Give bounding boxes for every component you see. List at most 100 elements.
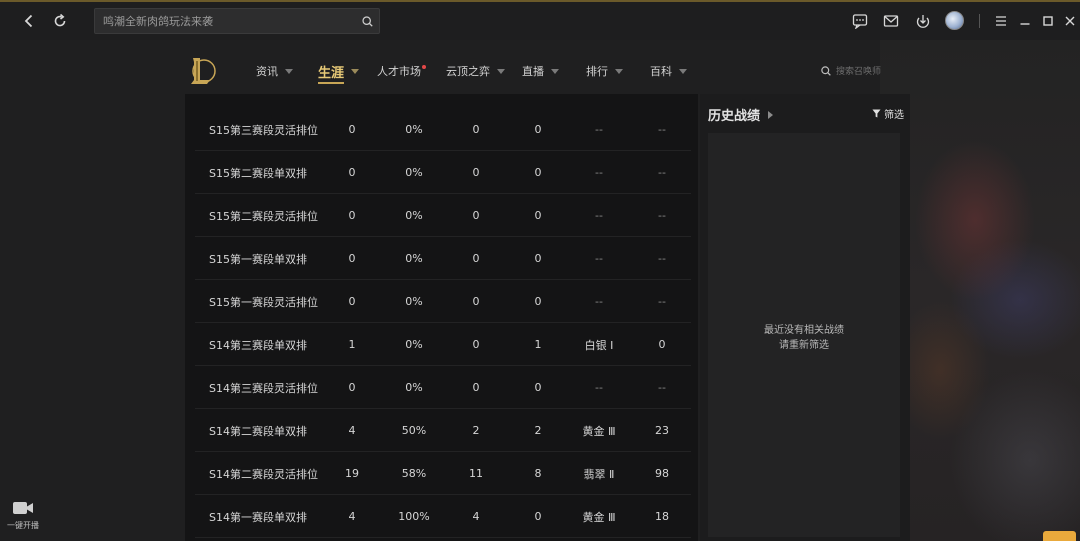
notification-dot: [422, 65, 426, 69]
download-icon: [916, 15, 930, 28]
nav-talent-market[interactable]: 人才市场: [377, 58, 426, 84]
table-cell: 0: [472, 209, 480, 222]
table-cell: 0: [472, 166, 480, 179]
filter-icon: [872, 109, 881, 118]
chevron-down-icon: [615, 68, 623, 74]
refresh-button[interactable]: [48, 9, 72, 33]
nav-wiki[interactable]: 百科: [650, 58, 687, 84]
table-row: S15第一赛段灵活排位 0 0% 0 0 -- --: [195, 280, 691, 323]
nav-tft[interactable]: 云顶之弈: [446, 58, 505, 84]
table-cell: 0%: [405, 295, 423, 308]
table-cell: 0: [534, 252, 542, 265]
nav-news-label: 资讯: [256, 65, 278, 78]
floating-corner-button[interactable]: [1043, 531, 1076, 541]
chevron-down-icon: [285, 68, 293, 74]
table-cell: 0%: [405, 338, 423, 351]
user-avatar[interactable]: [945, 11, 964, 30]
table-cell: 58%: [401, 467, 427, 480]
table-cell: 0: [534, 295, 542, 308]
table-cell: 0: [534, 209, 542, 222]
chevron-down-icon: [679, 68, 687, 74]
season-queue-name: S15第二赛段灵活排位: [209, 209, 318, 223]
title-bar: [0, 2, 1080, 40]
chevron-down-icon: [551, 68, 559, 74]
table-cell: 19: [345, 467, 359, 480]
nav-ranking-label: 排行: [586, 65, 608, 78]
match-history-header[interactable]: 历史战绩: [708, 105, 774, 124]
one-click-live-button[interactable]: 一键开播: [3, 500, 43, 538]
global-search-input[interactable]: [103, 14, 355, 28]
back-button[interactable]: [17, 9, 41, 33]
table-cell: --: [595, 123, 603, 136]
minimize-icon: [1020, 23, 1030, 25]
empty-state-line2: 请重新筛选: [779, 340, 829, 351]
camera-icon: [13, 502, 33, 514]
table-cell: 1: [348, 338, 356, 351]
table-cell: 0%: [405, 209, 423, 222]
table-cell: --: [658, 123, 666, 136]
season-queue-name: S14第二赛段单双排: [209, 424, 307, 438]
season-queue-name: S15第二赛段单双排: [209, 166, 307, 180]
menu-button[interactable]: [991, 11, 1011, 31]
mail-button[interactable]: [881, 11, 901, 31]
table-row: S14第三赛段单双排 1 0% 0 1 白银 Ⅰ 0: [195, 323, 691, 366]
table-cell: 0: [348, 381, 356, 394]
table-row: S14第一赛段单双排 4 100% 4 0 黄金 Ⅲ 18: [195, 495, 691, 538]
minimize-button[interactable]: [1015, 11, 1035, 31]
download-button[interactable]: [913, 11, 933, 31]
table-row: S15第一赛段单双排 0 0% 0 0 -- --: [195, 237, 691, 280]
table-cell: --: [658, 381, 666, 394]
table-cell: --: [595, 295, 603, 308]
table-cell: 11: [469, 467, 483, 480]
table-cell: --: [658, 209, 666, 222]
table-cell: 0: [472, 338, 480, 351]
menu-icon: [996, 16, 1006, 26]
table-cell: --: [658, 252, 666, 265]
chat-button[interactable]: [850, 11, 870, 31]
table-cell: 18: [655, 510, 669, 523]
table-row: S14第二赛段灵活排位 19 58% 11 8 翡翠 Ⅱ 98: [195, 452, 691, 495]
table-cell: 0: [348, 209, 356, 222]
chevron-down-icon: [497, 68, 505, 74]
nav-news[interactable]: 资讯: [256, 58, 293, 84]
nav-live[interactable]: 直播: [522, 58, 559, 84]
table-cell: 0: [472, 381, 480, 394]
table-cell: 23: [655, 424, 669, 437]
table-cell: 0: [472, 123, 480, 136]
table-cell: 黄金 Ⅲ: [582, 424, 616, 438]
table-cell: --: [595, 166, 603, 179]
season-queue-name: S15第一赛段单双排: [209, 252, 307, 266]
one-click-live-label: 一键开播: [7, 521, 39, 530]
table-cell: 98: [655, 467, 669, 480]
titlebar-divider: [979, 14, 980, 28]
search-icon: [361, 15, 373, 27]
nav-tft-label: 云顶之弈: [446, 65, 490, 78]
search-button[interactable]: [355, 9, 379, 33]
table-cell: 0: [658, 338, 666, 351]
lol-logo[interactable]: [188, 56, 216, 86]
table-cell: 0: [534, 123, 542, 136]
nav-talent-market-label: 人才市场: [377, 65, 421, 78]
nav-ranking[interactable]: 排行: [586, 58, 623, 84]
close-button[interactable]: [1060, 11, 1080, 31]
table-cell: 8: [534, 467, 542, 480]
ranked-stats-table: S15第三赛段灵活排位 0 0% 0 0 -- -- S15第二赛段单双排 0 0% 0 0 -- -- S…: [185, 94, 698, 541]
season-queue-name: S14第二赛段灵活排位: [209, 467, 318, 481]
table-cell: 0: [472, 252, 480, 265]
nav-wiki-label: 百科: [650, 65, 672, 78]
table-cell: 4: [348, 424, 356, 437]
table-cell: 白银 Ⅰ: [584, 338, 614, 352]
summoner-search[interactable]: 搜索召唤师: [820, 64, 881, 77]
back-icon: [24, 14, 33, 28]
filter-button[interactable]: 筛选: [872, 106, 904, 121]
maximize-button[interactable]: [1038, 11, 1058, 31]
chevron-down-icon: [351, 68, 360, 74]
summoner-search-placeholder: 搜索召唤师: [836, 67, 882, 77]
table-cell: 2: [534, 424, 542, 437]
empty-state-line1: 最近没有相关战绩: [764, 325, 844, 336]
table-cell: 0: [534, 381, 542, 394]
table-cell: 0: [472, 295, 480, 308]
nav-career[interactable]: 生涯: [318, 58, 360, 84]
table-cell: 0: [348, 252, 356, 265]
season-queue-name: S14第三赛段灵活排位: [209, 381, 318, 395]
